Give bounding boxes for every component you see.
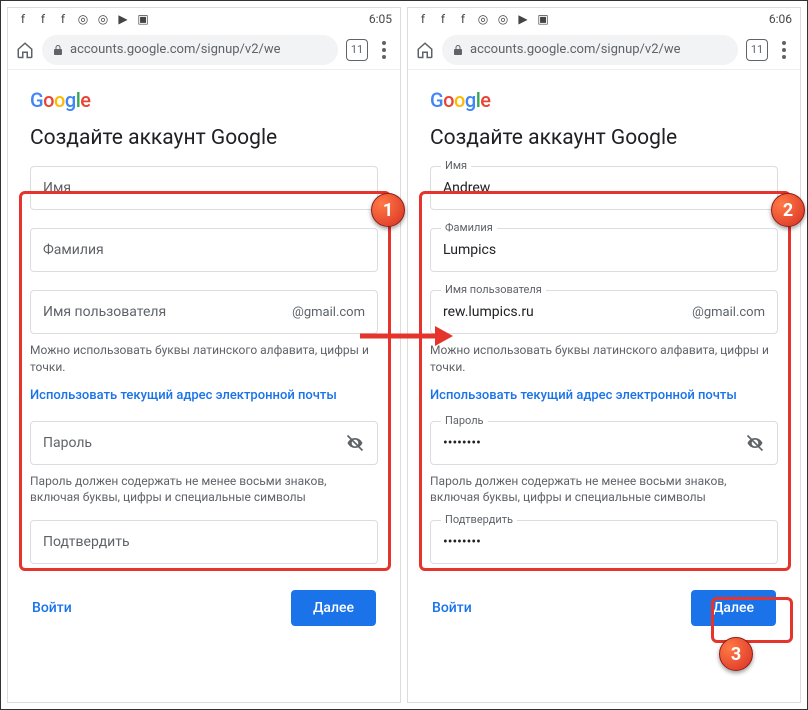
form-actions: Войти Далее [430, 590, 778, 626]
clock: 6:05 [369, 12, 392, 26]
google-logo: Google [430, 88, 778, 112]
google-logo: Google [30, 88, 378, 112]
facebook-icon: f [436, 12, 450, 26]
url-text: accounts.google.com/signup/v2/we [70, 42, 281, 57]
lock-icon [52, 44, 64, 56]
lock-icon [452, 44, 464, 56]
first-name-label: Имя [441, 159, 471, 172]
signup-form: @gmail.com Можно использовать буквы лати… [30, 166, 378, 564]
confirm-field[interactable] [30, 520, 378, 564]
browser-toolbar: accounts.google.com/signup/v2/we 11 [408, 30, 800, 70]
phone-screenshot-right: f f f ◎ ◎ ▶ ▣ 6:06 accounts.google.com/s… [407, 7, 801, 703]
status-icons-left: f f f ◎ ◎ ▶ ▣ [416, 12, 550, 26]
facebook-icon: f [16, 12, 30, 26]
password-field[interactable]: Пароль [430, 421, 778, 465]
facebook-icon: f [36, 12, 50, 26]
signin-link[interactable]: Войти [432, 600, 472, 616]
app-icon: ▣ [536, 12, 550, 26]
home-icon[interactable] [416, 41, 434, 59]
username-helper: Можно использовать буквы латинского алфа… [30, 342, 378, 376]
home-icon[interactable] [16, 41, 34, 59]
form-actions: Войти Далее [30, 590, 378, 626]
next-button[interactable]: Далее [691, 590, 776, 626]
status-icons-left: f f f ◎ ◎ ▶ ▣ [16, 12, 150, 26]
username-helper: Можно использовать буквы латинского алфа… [430, 342, 778, 376]
next-button[interactable]: Далее [291, 590, 376, 626]
tabs-count[interactable]: 11 [346, 39, 368, 61]
username-suffix: @gmail.com [692, 305, 765, 320]
last-name-field[interactable] [30, 228, 378, 272]
password-input[interactable] [443, 435, 737, 451]
browser-toolbar: accounts.google.com/signup/v2/we 11 [8, 30, 400, 70]
instagram-icon: ◎ [76, 12, 90, 26]
menu-icon[interactable] [376, 41, 392, 59]
url-bar[interactable]: accounts.google.com/signup/v2/we [42, 35, 338, 65]
password-label: Пароль [441, 414, 488, 427]
last-name-field[interactable]: Фамилия [430, 228, 778, 272]
last-name-input[interactable] [443, 242, 765, 258]
first-name-field[interactable] [30, 166, 378, 210]
last-name-input[interactable] [43, 242, 365, 258]
app-icon: ▣ [136, 12, 150, 26]
confirm-input[interactable] [443, 534, 765, 550]
password-input[interactable] [43, 435, 337, 451]
username-label: Имя пользователя [441, 283, 546, 296]
confirm-label: Подтвердить [441, 513, 517, 526]
username-suffix: @gmail.com [292, 305, 365, 320]
page-title: Создайте аккаунт Google [30, 126, 378, 150]
password-helper: Пароль должен содержать не менее восьми … [430, 473, 778, 507]
url-text: accounts.google.com/signup/v2/we [470, 42, 681, 57]
page-title: Создайте аккаунт Google [430, 126, 778, 150]
visibility-toggle-icon[interactable] [345, 433, 365, 453]
use-existing-email-link[interactable]: Использовать текущий адрес электронной п… [30, 388, 378, 403]
play-store-icon: ▶ [516, 12, 530, 26]
menu-icon[interactable] [776, 41, 792, 59]
use-existing-email-link[interactable]: Использовать текущий адрес электронной п… [430, 388, 778, 403]
first-name-field[interactable]: Имя [430, 166, 778, 210]
status-bar: f f f ◎ ◎ ▶ ▣ 6:06 [408, 8, 800, 30]
username-input[interactable] [443, 304, 686, 320]
play-store-icon: ▶ [116, 12, 130, 26]
username-input[interactable] [43, 304, 286, 320]
facebook-icon: f [456, 12, 470, 26]
facebook-icon: f [56, 12, 70, 26]
password-helper: Пароль должен содержать не менее восьми … [30, 473, 378, 507]
first-name-input[interactable] [43, 180, 365, 196]
signin-link[interactable]: Войти [32, 600, 72, 616]
visibility-toggle-icon[interactable] [745, 433, 765, 453]
confirm-field[interactable]: Подтвердить [430, 520, 778, 564]
confirm-input[interactable] [43, 534, 365, 550]
status-bar: f f f ◎ ◎ ▶ ▣ 6:05 [8, 8, 400, 30]
clock: 6:06 [769, 12, 792, 26]
url-bar[interactable]: accounts.google.com/signup/v2/we [442, 35, 738, 65]
instagram-icon: ◎ [496, 12, 510, 26]
username-field[interactable]: Имя пользователя @gmail.com [430, 290, 778, 334]
instagram-icon: ◎ [476, 12, 490, 26]
instagram-icon: ◎ [96, 12, 110, 26]
facebook-icon: f [416, 12, 430, 26]
tabs-count[interactable]: 11 [746, 39, 768, 61]
first-name-input[interactable] [443, 180, 765, 196]
password-field[interactable] [30, 421, 378, 465]
username-field[interactable]: @gmail.com [30, 290, 378, 334]
signup-form: Имя Фамилия Имя пользователя @gmail.com … [430, 166, 778, 564]
phone-screenshot-left: f f f ◎ ◎ ▶ ▣ 6:05 accounts.google.com/s… [7, 7, 401, 703]
last-name-label: Фамилия [441, 221, 497, 234]
